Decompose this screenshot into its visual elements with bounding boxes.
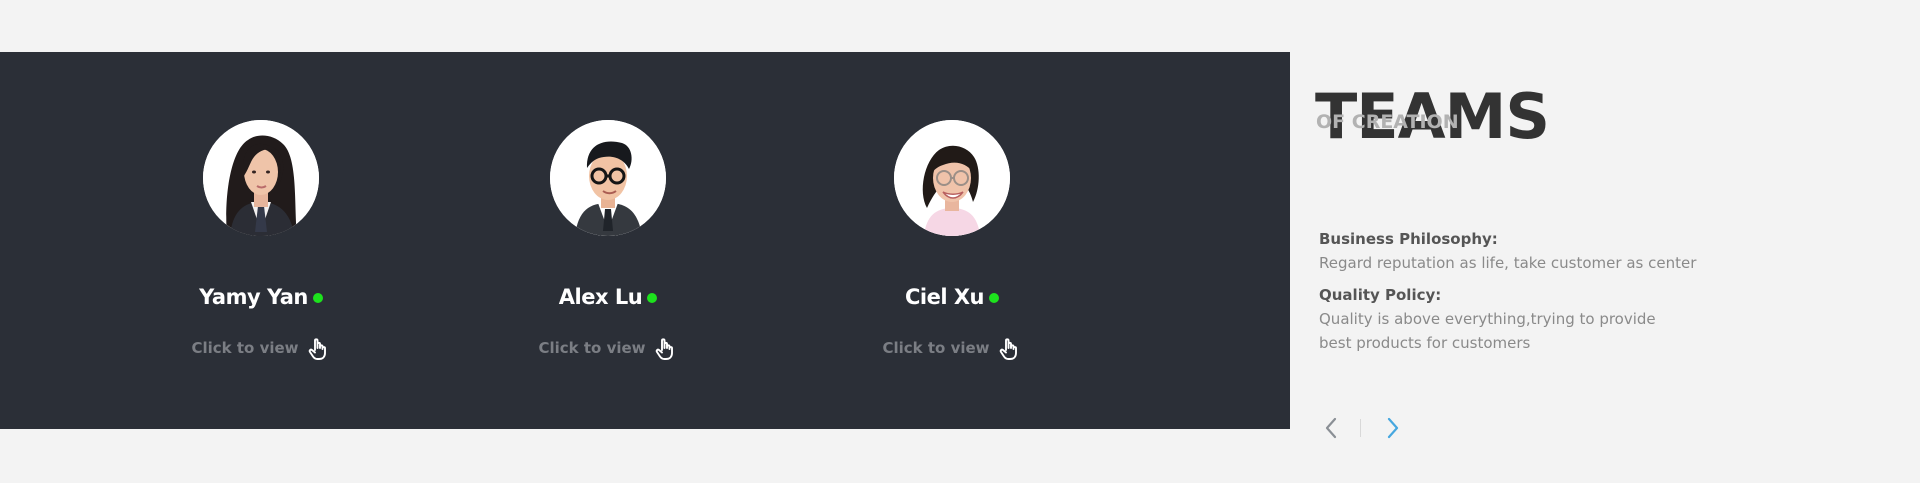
click-to-view-label: Click to view <box>882 339 990 357</box>
chevron-left-icon <box>1325 417 1337 439</box>
member-name-row: Alex Lu <box>498 282 718 312</box>
team-page: Yamy Yan Click to view Alex Lu Click to … <box>0 0 1920 483</box>
quality-policy-line-2: best products for customers <box>1319 334 1531 352</box>
avatar-yamy-yan[interactable] <box>203 120 319 236</box>
online-status-dot-icon <box>647 292 658 303</box>
click-to-view-label: Click to view <box>538 339 646 357</box>
online-status-dot-icon <box>989 292 999 303</box>
member-name: Ciel Xu <box>904 285 985 309</box>
next-team-button[interactable] <box>1381 414 1405 442</box>
woman-glasses-avatar-icon <box>894 120 1010 236</box>
member-name-row: Ciel Xu <box>842 282 1062 312</box>
man-glasses-avatar-icon <box>550 120 666 236</box>
chevron-right-icon <box>1387 417 1399 439</box>
team-member-card-alex-lu[interactable]: Alex Lu Click to view <box>498 52 718 429</box>
member-name-row: Yamy Yan <box>151 282 371 312</box>
quality-policy-heading: Quality Policy: <box>1319 286 1442 304</box>
team-carousel-navigation <box>1319 410 1404 446</box>
team-description-panel: TEAMS OF CREATION Business Philosophy: R… <box>1315 42 1875 442</box>
online-status-dot-icon <box>312 292 323 303</box>
woman-long-hair-avatar-icon <box>203 120 319 236</box>
avatar-alex-lu[interactable] <box>550 120 666 236</box>
business-philosophy-text: Regard reputation as life, take customer… <box>1319 254 1697 272</box>
navigation-divider <box>1360 419 1361 437</box>
section-subtitle: OF CREATION <box>1316 111 1459 133</box>
member-name: Alex Lu <box>558 285 643 309</box>
click-to-view-label: Click to view <box>191 339 299 357</box>
quality-policy-line-1: Quality is above everything,trying to pr… <box>1319 310 1656 328</box>
view-profile-button-ciel-xu[interactable]: Click to view <box>842 332 1062 364</box>
member-name: Yamy Yan <box>199 285 308 309</box>
view-profile-button-alex-lu[interactable]: Click to view <box>498 332 718 364</box>
pointing-hand-cursor-icon <box>999 338 1017 360</box>
previous-team-button[interactable] <box>1319 414 1343 442</box>
company-policies: Business Philosophy: Regard reputation a… <box>1319 227 1779 355</box>
pointing-hand-cursor-icon <box>308 338 326 360</box>
avatar-ciel-xu[interactable] <box>894 120 1010 236</box>
team-members-panel: Yamy Yan Click to view Alex Lu Click to … <box>0 52 1290 429</box>
pointing-hand-cursor-icon <box>655 338 673 360</box>
business-philosophy-heading: Business Philosophy: <box>1319 230 1498 248</box>
team-member-card-ciel-xu[interactable]: Ciel Xu Click to view <box>842 52 1062 429</box>
view-profile-button-yamy-yan[interactable]: Click to view <box>151 332 371 364</box>
team-member-card-yamy-yan[interactable]: Yamy Yan Click to view <box>151 52 371 429</box>
